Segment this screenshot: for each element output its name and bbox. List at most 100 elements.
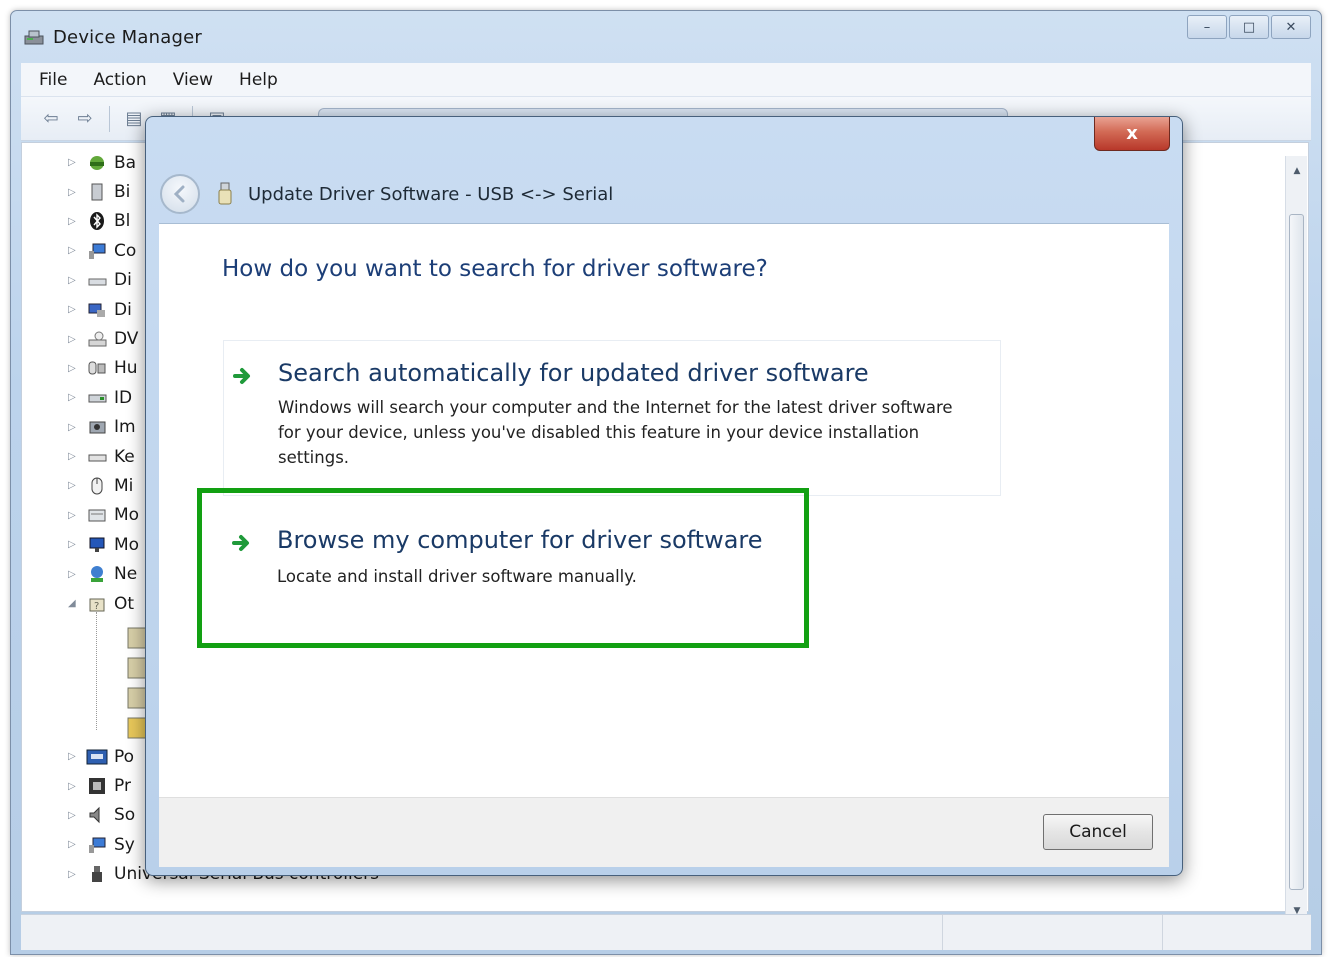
expand-arrow-icon[interactable]: ▷ bbox=[68, 451, 80, 462]
dialog-title: Update Driver Software - USB <-> Serial bbox=[248, 183, 614, 205]
status-cell bbox=[21, 915, 943, 950]
tree-item[interactable]: ◢ ? Ot bbox=[68, 589, 139, 618]
tree-item-label: Bi bbox=[114, 182, 131, 203]
menu-help[interactable]: Help bbox=[239, 70, 278, 90]
ide-controller-icon bbox=[86, 388, 108, 408]
minimize-button[interactable]: – bbox=[1187, 15, 1227, 39]
sound-icon bbox=[86, 805, 108, 825]
tree-item-label: So bbox=[114, 805, 136, 826]
vertical-scrollbar[interactable]: ▲ ▼ bbox=[1285, 156, 1307, 926]
tree-item-label: Ot bbox=[114, 593, 135, 614]
back-arrow-icon[interactable]: ⇦ bbox=[37, 106, 65, 132]
tree-item-label: DV bbox=[114, 329, 139, 350]
cancel-button[interactable]: Cancel bbox=[1043, 814, 1153, 850]
imaging-device-icon bbox=[86, 417, 108, 437]
maximize-button[interactable]: □ bbox=[1229, 15, 1269, 39]
option-description: Windows will search your computer and th… bbox=[278, 395, 953, 470]
expand-arrow-icon[interactable]: ▷ bbox=[68, 392, 80, 403]
menu-bar: File Action View Help bbox=[21, 63, 1311, 97]
biometric-icon bbox=[86, 182, 108, 202]
expand-arrow-icon[interactable]: ▷ bbox=[68, 334, 80, 345]
disk-drive-icon bbox=[86, 270, 108, 290]
expand-arrow-icon[interactable]: ▷ bbox=[68, 275, 80, 286]
scroll-up-icon[interactable]: ▲ bbox=[1286, 166, 1308, 176]
battery-icon bbox=[86, 153, 108, 173]
tree-item-label: Di bbox=[114, 270, 132, 291]
search-automatically-option[interactable]: Search automatically for updated driver … bbox=[223, 340, 1001, 496]
hid-icon bbox=[86, 358, 108, 378]
browse-computer-option[interactable]: Browse my computer for driver software L… bbox=[223, 514, 783, 654]
bluetooth-icon bbox=[86, 211, 108, 231]
expand-arrow-icon[interactable]: ▷ bbox=[68, 157, 80, 168]
expand-arrow-icon[interactable]: ▷ bbox=[68, 245, 80, 256]
window-close-button[interactable]: ✕ bbox=[1271, 15, 1311, 39]
tree-item[interactable]: ▷ Bl bbox=[68, 207, 139, 236]
properties-icon[interactable]: ▤ bbox=[120, 106, 148, 132]
title-bar: Device Manager – □ ✕ bbox=[11, 11, 1321, 63]
expand-arrow-icon[interactable]: ▷ bbox=[68, 187, 80, 198]
tree-item[interactable]: ▷ Mo bbox=[68, 530, 139, 559]
svg-text:?: ? bbox=[94, 601, 99, 612]
dvd-drive-icon bbox=[86, 329, 108, 349]
toolbar-separator bbox=[109, 105, 110, 132]
tree-item[interactable]: ▷ Hu bbox=[68, 354, 139, 383]
expand-arrow-icon[interactable]: ▷ bbox=[68, 569, 80, 580]
question-heading: How do you want to search for driver sof… bbox=[222, 256, 768, 282]
dialog-close-button[interactable]: x bbox=[1094, 117, 1170, 151]
update-driver-dialog: x Update Driver Software - USB <-> Seria… bbox=[145, 116, 1183, 876]
forward-arrow-icon[interactable]: ⇨ bbox=[71, 106, 99, 132]
option-description: Locate and install driver software manua… bbox=[277, 567, 637, 586]
green-arrow-icon bbox=[232, 365, 254, 387]
expand-arrow-icon[interactable]: ▷ bbox=[68, 422, 80, 433]
ports-icon bbox=[86, 747, 108, 767]
menu-view[interactable]: View bbox=[173, 70, 213, 90]
expand-arrow-icon[interactable]: ▷ bbox=[68, 781, 80, 792]
tree-item-label: Ke bbox=[114, 446, 135, 467]
usb-icon bbox=[86, 864, 108, 884]
display-adapter-icon bbox=[86, 300, 108, 320]
caption-buttons: – □ ✕ bbox=[1187, 15, 1311, 39]
expand-arrow-icon[interactable]: ▷ bbox=[68, 510, 80, 521]
expand-arrow-icon[interactable]: ▷ bbox=[68, 539, 80, 550]
description-line: settings. bbox=[278, 448, 350, 467]
tree-item[interactable]: ▷ Bi bbox=[68, 177, 139, 206]
tree-item-label: Mo bbox=[114, 505, 140, 526]
tree-item[interactable]: ▷ Im bbox=[68, 413, 139, 442]
computer-icon bbox=[86, 241, 108, 261]
collapse-arrow-icon[interactable]: ◢ bbox=[68, 598, 80, 609]
tree-item[interactable]: ▷ Ne bbox=[68, 559, 139, 588]
tree-item-label: Hu bbox=[114, 358, 138, 379]
dialog-footer: Cancel bbox=[159, 797, 1169, 867]
expand-arrow-icon[interactable]: ▷ bbox=[68, 216, 80, 227]
description-line: Windows will search your computer and th… bbox=[278, 398, 953, 417]
expand-arrow-icon[interactable]: ▷ bbox=[68, 869, 80, 880]
scroll-thumb[interactable] bbox=[1289, 214, 1304, 890]
tree-list: ▷ Ba ▷ Bi ▷ Bl ▷ Co ▷ Di ▷ Di ▷ DV ▷ Hu … bbox=[68, 148, 139, 618]
tree-item[interactable]: ▷ Mo bbox=[68, 501, 139, 530]
tree-item-label: ID bbox=[114, 387, 133, 408]
description-line: for your device, unless you've disabled … bbox=[278, 423, 920, 442]
tree-item[interactable]: ▷ Ke bbox=[68, 442, 139, 471]
expand-arrow-icon[interactable]: ▷ bbox=[68, 751, 80, 762]
tree-item[interactable]: ▷ Co bbox=[68, 236, 139, 265]
tree-item[interactable]: ▷ Mi bbox=[68, 471, 139, 500]
device-manager-icon bbox=[23, 28, 45, 46]
back-button[interactable] bbox=[160, 174, 200, 214]
tree-item[interactable]: ▷ ID bbox=[68, 383, 139, 412]
menu-action[interactable]: Action bbox=[93, 70, 146, 90]
tree-item[interactable]: ▷ DV bbox=[68, 324, 139, 353]
expand-arrow-icon[interactable]: ▷ bbox=[68, 363, 80, 374]
expand-arrow-icon[interactable]: ▷ bbox=[68, 839, 80, 850]
expand-arrow-icon[interactable]: ▷ bbox=[68, 304, 80, 315]
window-title: Device Manager bbox=[53, 26, 202, 48]
tree-item[interactable]: ▷ Ba bbox=[68, 148, 139, 177]
tree-item[interactable]: ▷ Di bbox=[68, 295, 139, 324]
tree-item[interactable]: ▷ Di bbox=[68, 266, 139, 295]
dialog-header: Update Driver Software - USB <-> Serial bbox=[160, 167, 1162, 221]
option-title: Search automatically for updated driver … bbox=[278, 359, 869, 387]
menu-file[interactable]: File bbox=[39, 70, 67, 90]
system-devices-icon bbox=[86, 835, 108, 855]
expand-arrow-icon[interactable]: ▷ bbox=[68, 480, 80, 491]
tree-item-label: Im bbox=[114, 417, 136, 438]
expand-arrow-icon[interactable]: ▷ bbox=[68, 810, 80, 821]
